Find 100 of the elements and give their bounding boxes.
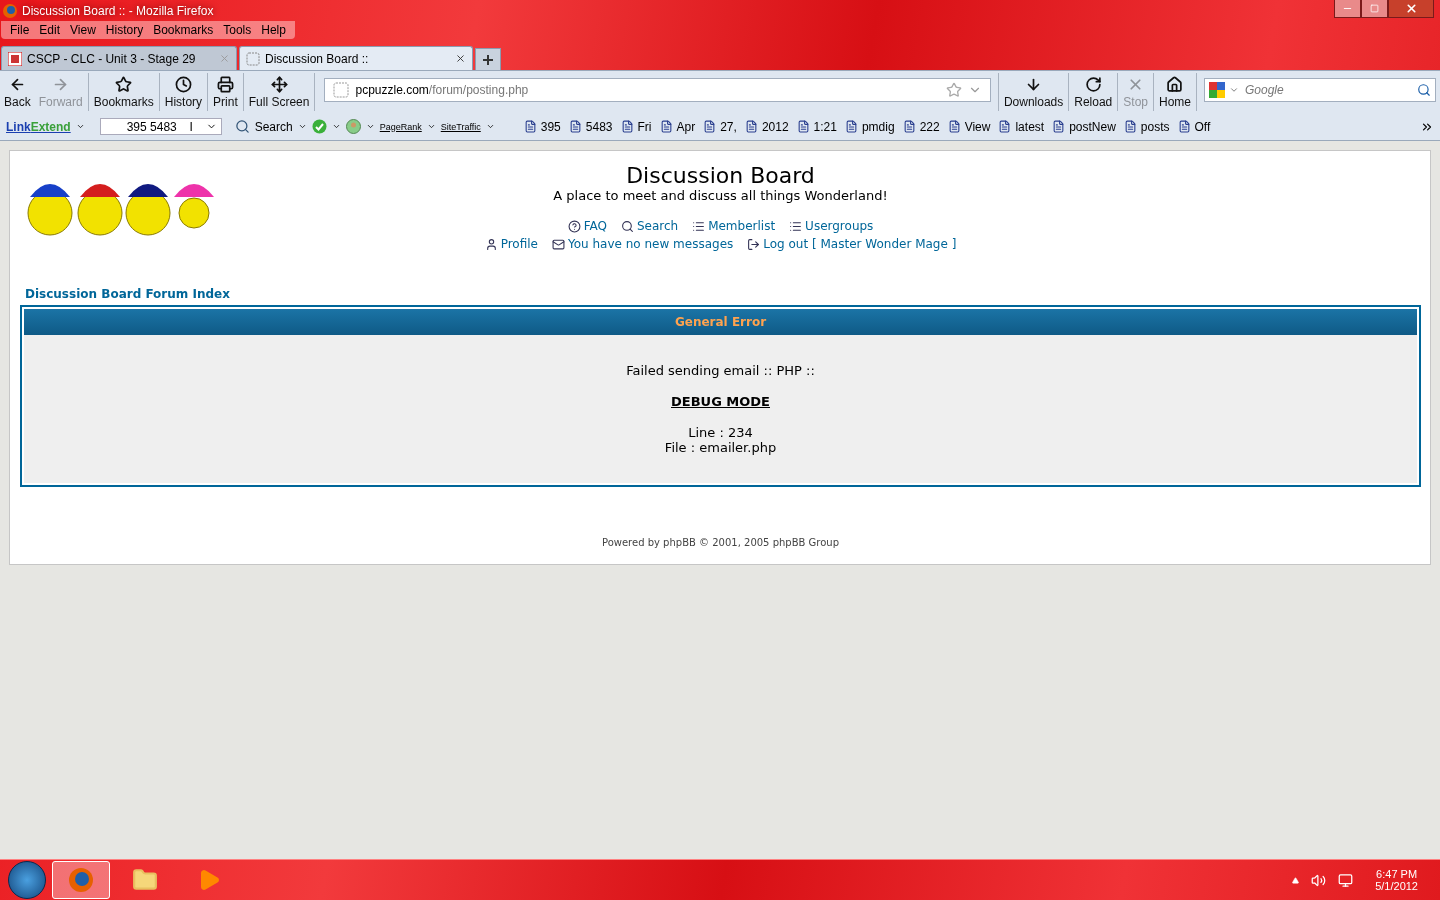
nav-link[interactable]: Memberlist [692,219,776,233]
forum-subtitle: A place to meet and discuss all things Wonderland! [553,188,888,203]
blank-page-icon [333,82,350,98]
list-icon [692,219,706,233]
close-tab-icon[interactable] [455,53,466,64]
blank-page-icon [246,51,260,66]
search-icon[interactable] [1417,83,1431,97]
browser-icon [68,867,94,893]
tray-arrow-icon[interactable] [1292,876,1300,884]
document-icon [703,120,717,133]
maximize-icon [1370,4,1379,13]
toolbar-button[interactable]: Bookmarks [89,75,158,109]
toolbar-word[interactable]: 222 [902,119,940,134]
address-bar[interactable]: pcpuzzle.com/forum/posting.php [324,78,991,102]
document-icon [844,120,858,133]
toolbar-word[interactable]: 395 [523,119,561,134]
document-icon [620,120,634,133]
addon-logo[interactable]: LinkExtend [6,119,71,134]
user-icon [484,237,498,251]
document-icon [796,120,810,133]
nav-link[interactable]: Search [620,219,679,233]
menu-item[interactable]: Help [256,22,291,38]
toolbar-word[interactable]: Off [1177,119,1211,134]
search-button[interactable]: Search [254,119,293,134]
nav-link[interactable]: Usergroups [789,219,874,233]
toolbar-word[interactable]: 5483 [568,119,613,134]
debug-heading: DEBUG MODE [671,394,770,409]
toolbar-button[interactable]: Home [1155,75,1195,109]
home-icon [1166,75,1184,93]
document-icon [998,120,1012,133]
maximize-button[interactable] [1361,0,1388,18]
document-icon [1177,120,1191,133]
dropdown-icon[interactable] [365,122,375,131]
logout-icon [747,237,761,251]
help-icon [567,219,581,233]
forum-title: Discussion Board [626,163,815,188]
toolbar-word[interactable]: Apr [659,119,696,134]
menu-item[interactable]: View [65,22,101,38]
search-bar[interactable]: Google [1204,78,1436,102]
menu-item[interactable]: Bookmarks [148,22,219,38]
document-icon [1123,120,1137,133]
plus-icon [482,53,494,66]
network-icon[interactable] [1338,872,1354,888]
error-header: General Error [24,309,1417,335]
toolbar-word[interactable]: View [947,119,991,134]
envelope-icon [551,237,565,251]
site-icon [8,51,22,66]
document-icon [523,120,537,133]
toolbar-word[interactable]: postNew [1052,119,1116,134]
toolbar-word[interactable]: latest [998,119,1045,134]
minimize-button[interactable] [1334,0,1361,18]
toolbar-button[interactable]: Downloads [999,75,1068,109]
nav-link[interactable]: Log out [ Master Wonder Mage ] [747,237,957,251]
close-button[interactable] [1388,0,1434,18]
document-icon [568,120,582,133]
taskbar-clock[interactable]: 6:47 PM 5/1/2012 [1375,868,1418,892]
taskbar-app[interactable] [52,861,110,899]
document-icon [744,120,758,133]
nav-link[interactable]: FAQ [567,219,607,233]
document-icon [659,120,673,133]
menu-item[interactable]: File [5,22,35,38]
new-tab-button[interactable] [475,48,501,70]
speaker-icon[interactable] [1311,872,1327,888]
toolbar-button[interactable]: Back [0,75,35,109]
toolbar-word[interactable]: 1:21 [796,119,837,134]
star-icon [115,75,133,93]
menu-item[interactable]: History [100,22,149,38]
toolbar-button[interactable]: Print [209,75,242,109]
dropdown-icon[interactable] [75,122,85,131]
toolbar-word[interactable]: pmdig [844,119,895,134]
start-button[interactable] [8,861,46,899]
toolbar-word[interactable]: Fri [620,119,652,134]
nav-link[interactable]: You have no new messages [551,237,734,251]
dropdown-icon[interactable] [297,122,307,131]
search-icon [234,119,250,134]
toolbar-button[interactable]: History [160,75,207,109]
list-icon [789,219,803,233]
addon-field[interactable]: 395 5483 I [99,118,222,135]
toolbar-word[interactable]: posts [1123,119,1170,134]
browser-tab[interactable]: CSCP - CLC - Unit 3 - Stage 29 [1,46,237,70]
toolbar-word[interactable]: 2012 [744,119,789,134]
nav-link[interactable]: Profile [484,237,538,251]
dropdown-icon[interactable] [331,122,341,131]
close-icon [1404,2,1418,15]
person-icon [345,119,361,134]
toolbar-button[interactable]: Full Screen [244,75,314,109]
toolbar-word[interactable]: 27, [703,119,737,134]
window-title: Discussion Board :: - Mozilla Firefox [22,3,215,18]
browser-tab[interactable]: Discussion Board :: [239,46,473,70]
menu-item[interactable]: Tools [218,22,257,38]
dropdown-icon[interactable] [485,122,495,131]
move-icon [270,75,288,93]
clock-icon [174,75,192,93]
check-icon [311,119,327,134]
breadcrumb-link[interactable]: Discussion Board Forum Index [25,287,1421,301]
menu-item[interactable]: Edit [34,22,66,38]
toolbar-button[interactable]: Reload [1070,75,1117,109]
star-icon[interactable] [945,82,962,98]
folder-icon [132,867,158,893]
dropdown-icon[interactable] [426,122,436,131]
